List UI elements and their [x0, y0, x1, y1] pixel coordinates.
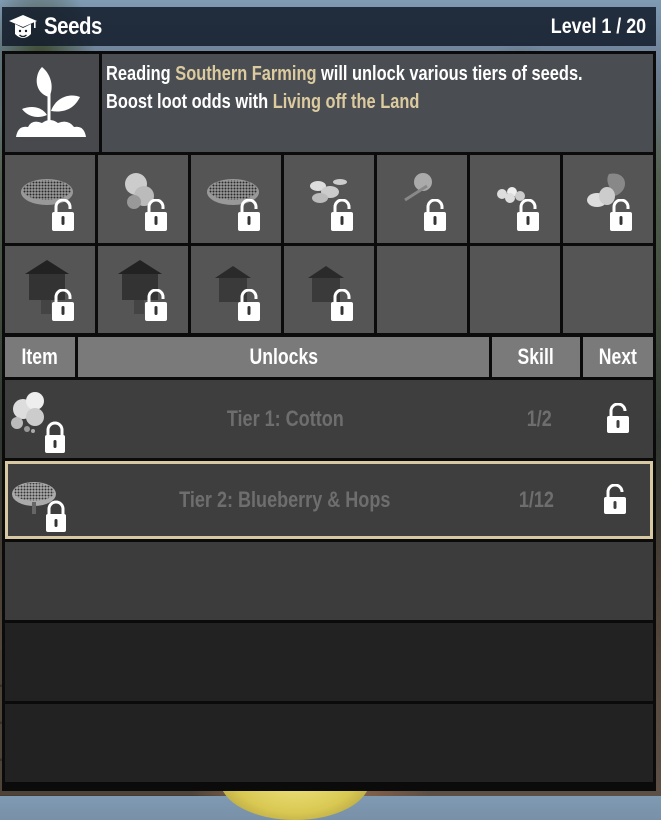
column-header-unlocks: Unlocks: [78, 337, 489, 377]
unlock-slot-seed-potato-pieces[interactable]: [470, 155, 560, 243]
info-icon-box: [5, 54, 99, 152]
unlock-slot-seed-aloe-basket[interactable]: [377, 155, 467, 243]
padlock-icon: [145, 198, 167, 231]
unlock-slot-seed-pumpkin[interactable]: [284, 155, 374, 243]
info-description: Reading Southern Farming will unlock var…: [102, 54, 653, 152]
level-indicator: Level 1 / 20: [550, 14, 646, 38]
padlock-icon: [52, 198, 74, 231]
unlock-slot-seed-mushroom[interactable]: [98, 155, 188, 243]
title-bar: Seeds Level 1 / 20: [2, 7, 656, 46]
column-header-item: Item: [5, 337, 75, 377]
unlock-grid: [5, 155, 653, 333]
padlock-icon: [238, 289, 260, 321]
empty-row: [5, 704, 653, 782]
info-row: Reading Southern Farming will unlock var…: [5, 54, 653, 152]
padlock-icon: [610, 198, 632, 231]
empty-row: [5, 542, 653, 620]
tier-row-selected[interactable]: Tier 2: Blueberry & Hops 1/12: [5, 461, 653, 539]
padlock-icon: [331, 289, 353, 321]
tier-name: Tier 2: Blueberry & Hops: [179, 487, 391, 512]
unlock-slot-beehive-4[interactable]: [284, 245, 374, 333]
empty-row: [5, 623, 653, 701]
padlock-icon: [52, 289, 74, 321]
empty-slot: [563, 245, 653, 333]
column-header-skill: Skill: [492, 337, 580, 377]
padlock-icon: [517, 198, 539, 231]
unlocked-padlock-icon: [580, 484, 650, 516]
graduation-cap-icon: [9, 14, 37, 38]
sprout-icon: [16, 67, 86, 137]
padlock-icon: [145, 289, 167, 321]
padlock-icon: [45, 421, 65, 453]
tier-list: Tier 1: Cotton 1/2 Tier 2: Blueberry & H…: [5, 380, 653, 785]
blueberry-bush-icon: [8, 464, 78, 536]
unlock-slot-seed-potato-plant[interactable]: [563, 155, 653, 243]
tier-skill: 1/12: [518, 487, 554, 512]
column-header-next: Next: [583, 337, 653, 377]
padlock-icon: [238, 198, 260, 231]
tier-row[interactable]: Tier 1: Cotton 1/2: [5, 380, 653, 458]
unlock-slot-beehive-2[interactable]: [98, 245, 188, 333]
unlock-slot-beehive-1[interactable]: [5, 245, 95, 333]
unlocked-padlock-icon: [583, 403, 653, 435]
unlock-slot-beehive-3[interactable]: [191, 245, 281, 333]
padlock-icon: [424, 198, 446, 231]
empty-slot: [377, 245, 467, 333]
empty-slot: [470, 245, 560, 333]
unlock-slot-seed-pile-1[interactable]: [5, 155, 95, 243]
perk-link[interactable]: Living off the Land: [273, 91, 420, 113]
table-header: Item Unlocks Skill Next: [5, 337, 653, 377]
unlock-slot-seed-pile-2[interactable]: [191, 155, 281, 243]
book-link[interactable]: Southern Farming: [175, 63, 316, 85]
tier-name: Tier 1: Cotton: [226, 406, 344, 431]
tier-skill: 1/2: [526, 406, 552, 431]
padlock-icon: [331, 198, 353, 231]
skill-panel: Reading Southern Farming will unlock var…: [2, 51, 656, 791]
cotton-icon: [5, 383, 75, 455]
skill-title: Seeds: [44, 12, 102, 40]
